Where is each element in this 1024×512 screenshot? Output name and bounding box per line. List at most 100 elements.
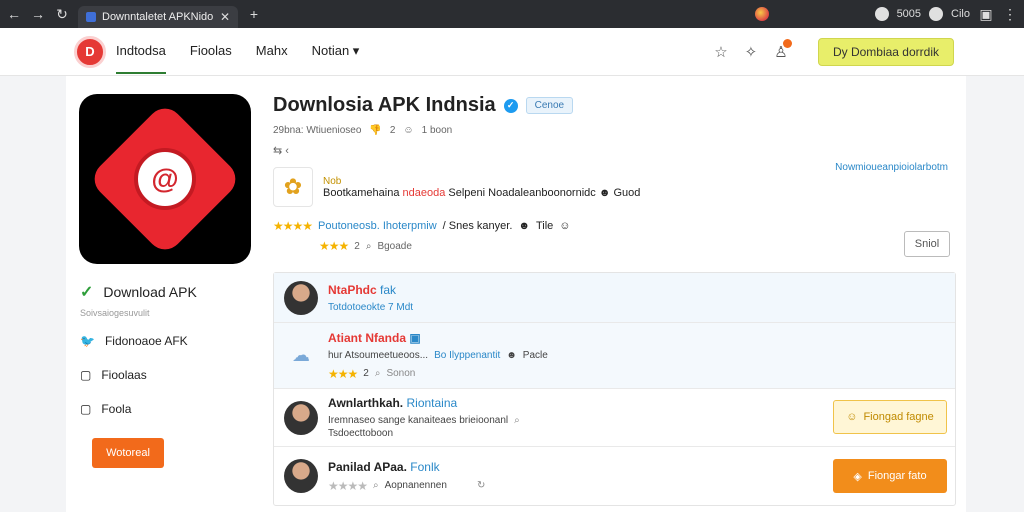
nav-item-more[interactable]: Notian ▾ <box>312 29 360 74</box>
rating-label: Bgoade <box>377 240 412 252</box>
list-item[interactable]: Awnlarthkah. Riontaina Iremnaseo sange k… <box>274 389 955 447</box>
search-icon: ⌕ <box>374 368 381 379</box>
browser-label-1: 5005 <box>896 8 922 20</box>
star-outline-icon[interactable]: ☆ <box>710 41 732 63</box>
desc-text-pre: Bootkamehaina <box>323 186 403 199</box>
close-tab-icon[interactable]: ✕ <box>220 10 230 24</box>
sidebar-action-button[interactable]: Wotoreal <box>92 438 164 468</box>
rating-tail: Tile <box>535 220 554 232</box>
search-icon: ⌕ <box>514 415 520 426</box>
app-description: ✿ Nob Bootkamehaina ndaeoda Selpeni Noad… <box>273 167 956 207</box>
app-details: Downlosia APK Indnsia ✓ Cenoe 29bna: Wti… <box>273 94 956 257</box>
smile-icon: ☺ <box>559 220 571 232</box>
review-action-label: Fiongad fagne <box>863 411 934 423</box>
review-action-button[interactable]: ☺ Fiongad fagne <box>833 400 947 434</box>
desc-highlight: ndaeoda <box>402 186 446 199</box>
app-meta: 29bna: Wtiuenioseo 👎 2 ☺ 1 boon <box>273 125 956 136</box>
download-apk-link[interactable]: ✓ Download APK <box>80 282 260 302</box>
cloud-icon: ☁ <box>292 345 310 365</box>
sidebar-item-tools[interactable]: ▢ Foola <box>80 402 260 416</box>
reviewer-tag: Fonlk <box>410 459 440 474</box>
rating-detail: ★★★ 2 ⌕ Bgoade <box>319 239 956 253</box>
tab-title: Downntaletet APKNidonicas <box>102 11 214 23</box>
browser-label-2: Cilo <box>951 8 970 20</box>
avatar <box>284 280 318 315</box>
reload-icon[interactable]: ↻ <box>54 6 70 23</box>
rating-count: 2 <box>354 240 360 252</box>
star-rating-icon: ★★★★ <box>273 219 313 233</box>
flower-icon: ✿ <box>273 167 313 207</box>
review-text: Aopnanennen <box>384 480 447 491</box>
twitter-icon: 🐦 <box>80 334 95 348</box>
review-download-button[interactable]: ◈ Fiongar fato <box>833 459 947 493</box>
new-tab-button[interactable]: + <box>246 6 262 22</box>
desc-text-post: Selpeni Noadaleanboonornidc <box>445 186 596 199</box>
tab-favicon-icon <box>86 12 96 22</box>
verified-icon: ✓ <box>503 98 518 113</box>
share-icon[interactable]: ⇆ <box>273 145 282 157</box>
list-item[interactable]: NtaPhdc fak Totdotoeokte 7 Mdt <box>274 273 955 323</box>
review-sub: Tsdoecttoboon <box>328 428 394 439</box>
avatar <box>284 400 318 435</box>
chat-icon: ▢ <box>80 402 92 416</box>
app-secondary-button[interactable]: Sniol <box>904 231 950 257</box>
sidebar: ✓ Download APK Soivsaiogesuvulit 🐦 Fidon… <box>80 282 260 436</box>
forward-icon[interactable]: → <box>30 6 46 22</box>
review-text: Iremnaseo sange kanaiteaes brieioonanl <box>328 415 509 426</box>
app-title-row: Downlosia APK Indnsia ✓ Cenoe <box>273 94 956 117</box>
site-logo[interactable]: D <box>74 35 106 68</box>
category-chip[interactable]: Cenoe <box>525 97 574 114</box>
reviewer-tag: fak <box>380 282 397 297</box>
square-icon: ▢ <box>80 368 92 382</box>
split-view-icon[interactable]: ▣ <box>978 6 994 23</box>
star-rating-icon: ★★★ <box>319 239 349 253</box>
nav-item-home[interactable]: Indtodsa <box>116 29 166 74</box>
browser-tab[interactable]: Downntaletet APKNidonicas ✕ <box>78 6 238 28</box>
review-list: NtaPhdc fak Totdotoeokte 7 Mdt ☁ Atiant … <box>273 272 956 506</box>
download-apk-label: Download APK <box>103 284 197 300</box>
meta-count: 2 <box>389 125 396 136</box>
profile-icon[interactable] <box>874 7 889 21</box>
site-header: D Indtodsa Fioolas Mahx Notian ▾ ☆ ✧ ♙ D… <box>0 28 1024 76</box>
app-icon: @ <box>79 94 251 264</box>
browser-chrome: ← → ↻ Downntaletet APKNidonicas ✕ + 5005… <box>0 0 1024 28</box>
rating-link[interactable]: Poutoneosb. Ihoterpmiw <box>318 220 437 232</box>
extension-icon[interactable] <box>754 7 769 21</box>
meta-downloads: 29bna: Wtiuenioseo <box>273 125 362 136</box>
sidebar-item-label: Foola <box>101 402 132 416</box>
back-icon[interactable]: ← <box>6 6 22 22</box>
account-icon[interactable] <box>929 7 944 21</box>
list-item[interactable]: Panilad APaa. Fonlk ★★★★ ⌕ Aopnanennen ↻… <box>274 447 955 505</box>
search-icon: ⌕ <box>373 480 379 491</box>
sparkle-icon[interactable]: ✧ <box>740 41 762 63</box>
menu-icon[interactable]: ⋮ <box>1002 6 1018 23</box>
header-download-button[interactable]: Dy Dombiaa dorrdik <box>817 37 954 66</box>
more-info-link[interactable]: Nowmioueanpioiolarbotm <box>835 162 948 173</box>
smile-icon: ☺ <box>846 411 858 423</box>
shield-icon: ◈ <box>853 470 862 483</box>
review-highlight: Bo Ilyppenantit <box>434 349 501 361</box>
main-nav: Indtodsa Fioolas Mahx Notian ▾ <box>116 29 359 74</box>
notification-badge <box>782 38 792 48</box>
smile-icon: ☺ <box>403 125 414 136</box>
star-rating-icon: ★★★★ <box>328 478 368 493</box>
reviewer-name: Panilad APaa. <box>328 459 407 474</box>
nav-item-games[interactable]: Mahx <box>256 29 288 74</box>
list-item[interactable]: ☁ Atiant Nfanda ▣ hur Atsoumeetueoos... … <box>274 323 955 389</box>
meta-time: 1 boon <box>421 125 453 136</box>
edit-icon: ▣ <box>409 330 421 345</box>
sidebar-item-twitter[interactable]: 🐦 Fidonoaoe AFK <box>80 334 260 348</box>
face-icon: ☻ <box>518 220 530 232</box>
nav-item-apps[interactable]: Fioolas <box>190 29 232 74</box>
review-tail: Pacle <box>522 349 548 361</box>
download-apk-sub: Soivsaiogesuvulit <box>80 308 150 318</box>
share-row: ⇆ ‹ <box>273 144 956 157</box>
refresh-icon[interactable]: ↻ <box>477 480 485 491</box>
back-small-icon[interactable]: ‹ <box>285 145 289 157</box>
avatar <box>284 459 318 493</box>
sidebar-item-apps[interactable]: ▢ Fioolaas <box>80 368 260 382</box>
app-title: Downlosia APK Indnsia <box>273 94 496 116</box>
sidebar-item-label: Fioolaas <box>101 368 147 382</box>
notification-icon[interactable]: ♙ <box>770 38 792 63</box>
search-icon: ⌕ <box>365 240 372 252</box>
